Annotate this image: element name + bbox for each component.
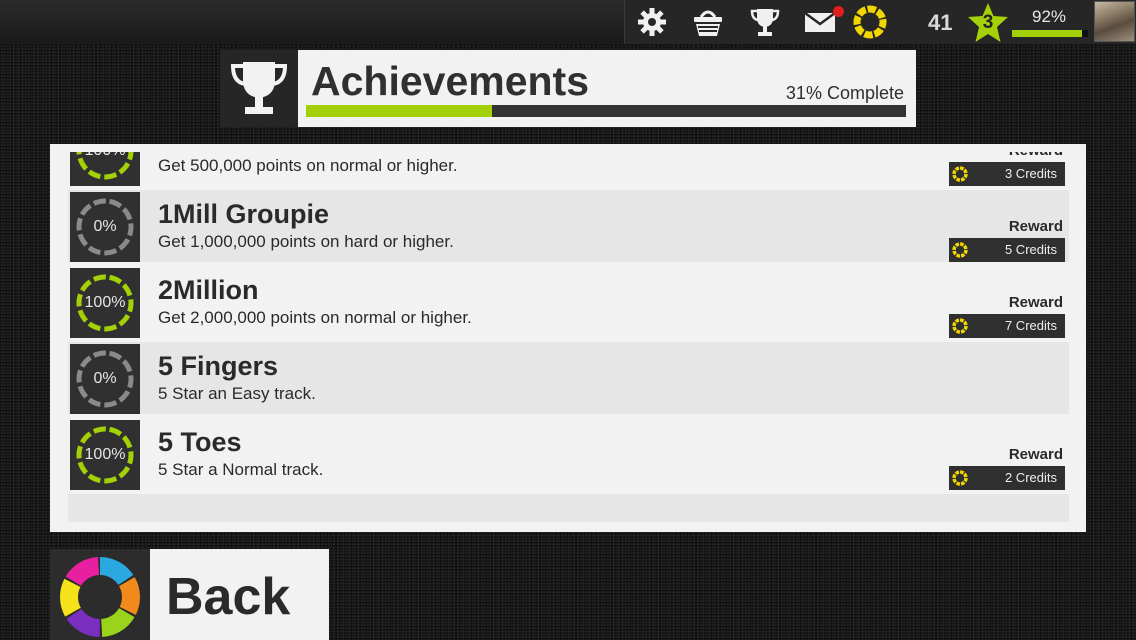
completion-text: 31% Complete <box>785 83 904 103</box>
reward-label: Reward <box>1008 218 1063 235</box>
achievement-progress-text: 0% <box>93 218 117 235</box>
achievement-row[interactable] <box>68 494 1069 522</box>
notification-dot <box>833 6 844 17</box>
xp-percent: 92% <box>1031 7 1067 26</box>
achievements-list-panel[interactable]: 100% 500k Club Get 500,000 points on norma… <box>50 144 1086 532</box>
achievement-progress-badge: 100% <box>70 152 140 186</box>
gear-icon[interactable] <box>635 5 669 39</box>
credits-coin-icon <box>952 470 968 486</box>
achievement-progress-text: 100% <box>70 152 140 161</box>
reward-label: Reward <box>1009 152 1063 160</box>
achievement-progress-text: 100% <box>84 446 126 463</box>
reward-credits-text: 5 Credits <box>1004 242 1057 257</box>
reward-label: Reward <box>1008 446 1063 463</box>
back-label: Back <box>166 568 291 626</box>
achievement-progress-badge: 100% <box>70 420 140 490</box>
achievement-progress-badge: 0% <box>70 344 140 414</box>
achievement-name: 5 Toes <box>158 427 242 457</box>
reward-credits-text: 7 Credits <box>1004 318 1057 333</box>
achievement-row[interactable]: 100% 2Million Get 2,000,000 points on norm… <box>68 266 1069 338</box>
achievement-row[interactable]: 100% 5 Toes 5 Star a Normal track. Reward 2 … <box>68 418 1069 490</box>
avatar[interactable] <box>1094 1 1135 42</box>
reward-credits-badge: 2 Credits <box>949 466 1065 490</box>
achievement-progress-badge: 0% <box>70 192 140 262</box>
back-icon-box <box>50 549 150 640</box>
achievement-name: 500k Club <box>158 152 286 154</box>
reward-credits-text: 3 Credits <box>1004 166 1057 181</box>
color-wheel-icon <box>60 557 140 637</box>
achievements-list[interactable]: 100% 500k Club Get 500,000 points on norma… <box>68 152 1069 522</box>
store-basket-icon[interactable] <box>691 5 725 39</box>
achievement-row[interactable]: 100% 500k Club Get 500,000 points on norma… <box>68 152 1069 186</box>
achievement-name: 5 Fingers <box>158 351 279 381</box>
level-number: 3 <box>982 12 994 33</box>
achievement-row[interactable]: 0% 1Mill Groupie Get 1,000,000 points on h… <box>68 190 1069 262</box>
achievement-row[interactable]: 0% 5 Fingers 5 Star an Easy track. <box>68 342 1069 414</box>
credits-coin-icon[interactable] <box>853 5 887 39</box>
xp-bar-fill <box>1012 30 1082 37</box>
credits-coin-icon <box>952 166 968 182</box>
trophy-icon[interactable] <box>748 5 782 39</box>
overall-progress-fill <box>306 105 492 117</box>
achievement-description: 5 Star an Easy track. <box>158 384 316 403</box>
reward-credits-badge: 7 Credits <box>949 314 1065 338</box>
credits-coin-icon <box>952 242 968 258</box>
achievement-description: Get 500,000 points on normal or higher. <box>158 156 458 175</box>
achievement-description: Get 1,000,000 points on hard or higher. <box>158 232 454 251</box>
trophy-icon <box>230 62 288 114</box>
xp-bar <box>1012 30 1088 37</box>
page-title: Achievements <box>311 58 590 104</box>
reward-credits-text: 2 Credits <box>1004 470 1057 485</box>
back-button[interactable]: Back <box>50 549 329 640</box>
reward-label: Reward <box>1008 294 1063 311</box>
achievement-description: Get 2,000,000 points on normal or higher… <box>158 308 472 327</box>
achievements-trophy-badge <box>220 50 298 127</box>
credits-count: 41 <box>928 10 953 35</box>
achievement-progress-text: 100% <box>84 294 126 311</box>
achievement-name: 1Mill Groupie <box>158 199 330 229</box>
achievement-progress-badge: 100% <box>70 268 140 338</box>
credits-coin-icon <box>952 318 968 334</box>
achievement-description: 5 Star a Normal track. <box>158 460 324 479</box>
achievement-name: 2Million <box>158 275 259 305</box>
achievement-progress-text: 0% <box>93 370 117 387</box>
reward-credits-badge: 3 Credits <box>949 162 1065 186</box>
reward-credits-badge: 5 Credits <box>949 238 1065 262</box>
mail-icon[interactable] <box>803 5 837 39</box>
back-label-box: Back <box>150 549 329 640</box>
overall-progress-bar <box>306 105 906 117</box>
